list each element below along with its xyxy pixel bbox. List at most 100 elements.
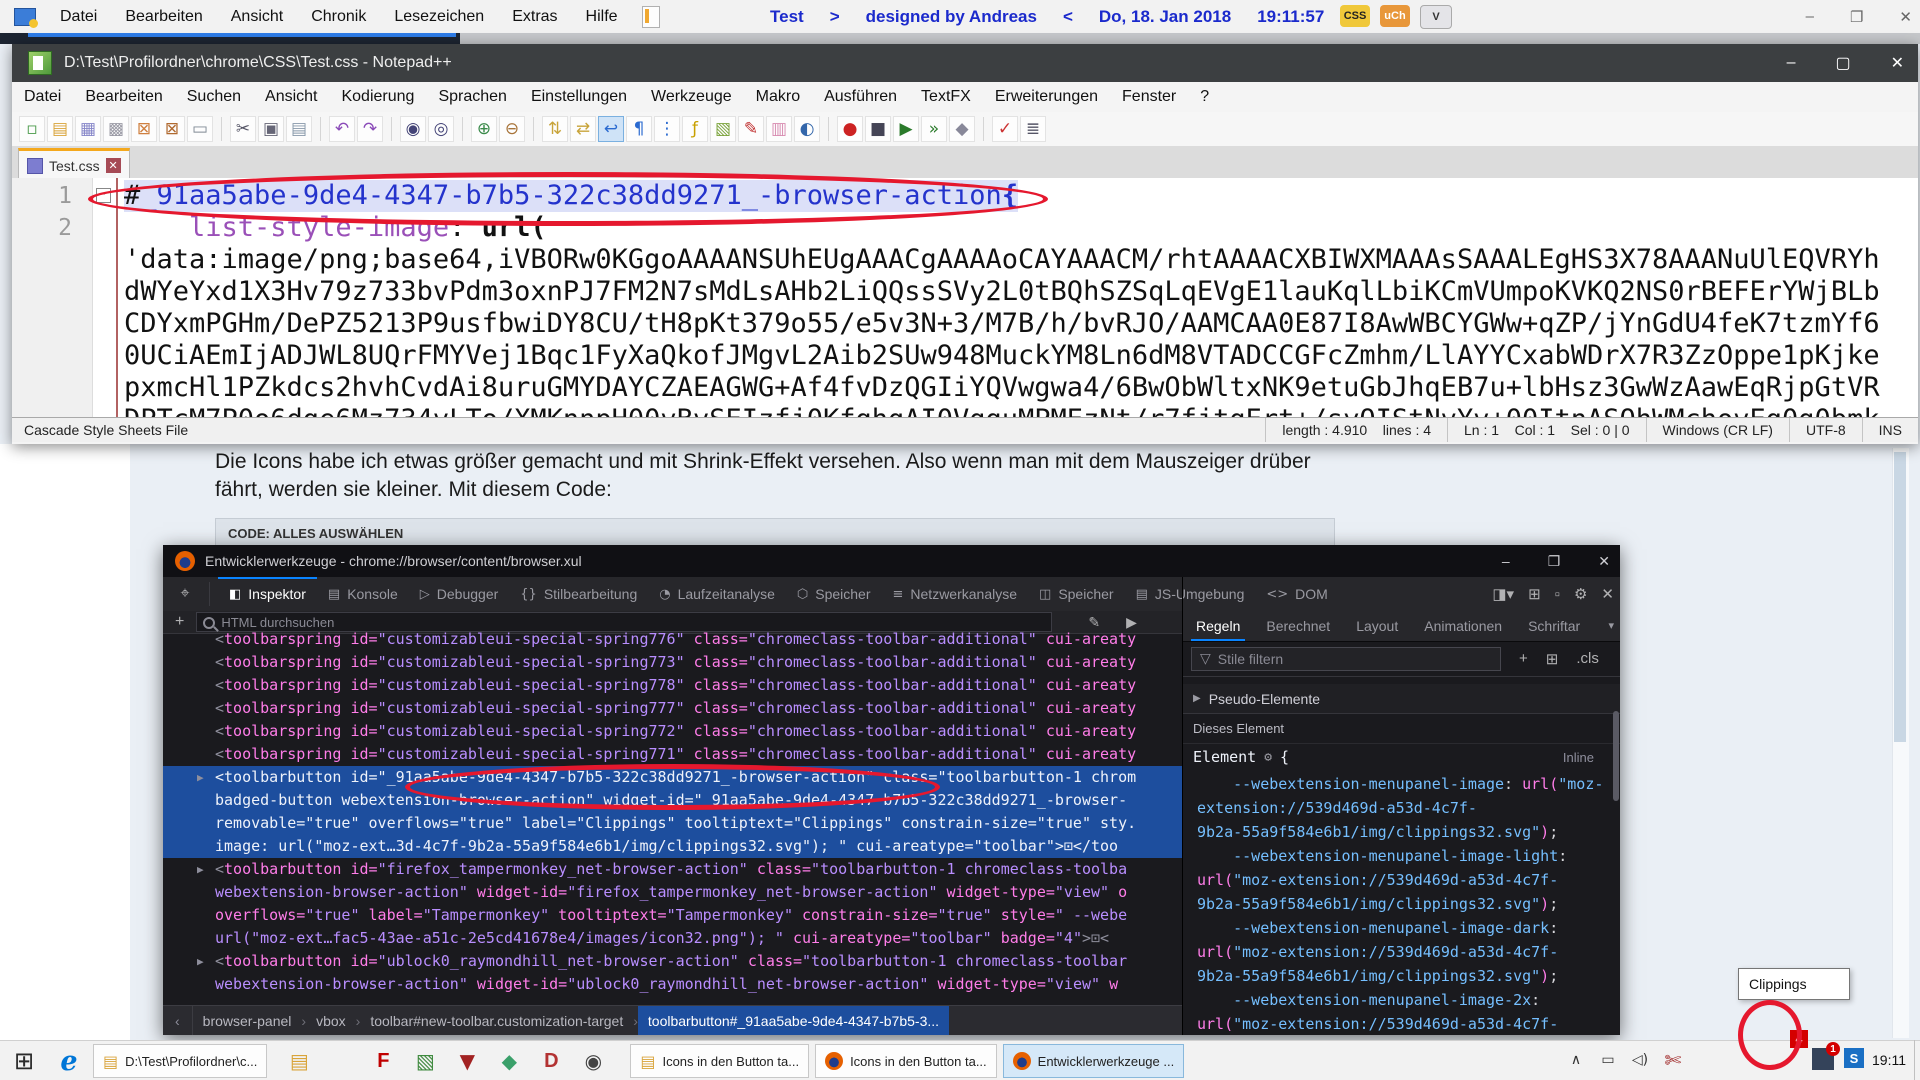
rules-tab-animationen[interactable]: Animationen: [1411, 611, 1515, 641]
firefox-menu-item[interactable]: Hilfe: [572, 8, 632, 26]
cut[interactable]: ✂: [230, 116, 256, 142]
screenshot[interactable]: ◉: [572, 1041, 614, 1080]
firefox-menu-item[interactable]: Datei: [46, 8, 111, 26]
spell-check[interactable]: ✓: [992, 116, 1018, 142]
devtools-titlebar[interactable]: Entwicklerwerkzeuge - chrome://browser/c…: [163, 545, 1620, 577]
word-wrap[interactable]: ↩: [598, 116, 624, 142]
start-button[interactable]: ⊞: [0, 1041, 48, 1080]
separate-window[interactable]: ▫: [1555, 586, 1560, 603]
markup-row[interactable]: ▶<toolbarbutton id="_91aa5abe-9de4-4347-…: [163, 766, 1182, 789]
undo[interactable]: ↶: [329, 116, 355, 142]
rules-tab-regeln[interactable]: Regeln: [1183, 611, 1253, 641]
markup-row[interactable]: ▶<toolbarbutton id="ublock0_raymondhill_…: [163, 950, 1182, 973]
forum-code-header[interactable]: CODE: ALLES AUSWÄHLEN: [215, 518, 1335, 548]
open-folder[interactable]: ▤: [47, 116, 73, 142]
show-symbols[interactable]: ¶: [626, 116, 652, 142]
css-declaration-line[interactable]: url("moz-extension://539d469d-a53d-4c7f-: [1183, 868, 1620, 892]
css-declaration-line[interactable]: --webextension-menupanel-image-2x:: [1183, 988, 1620, 1012]
pseudo-class-panel[interactable]: ⊞: [1546, 650, 1559, 668]
tab-speicher-2[interactable]: ◫Speicher: [1028, 577, 1125, 611]
npp-menu-item[interactable]: Datei: [12, 88, 73, 106]
markup-row[interactable]: image: url("moz-ext…3d-4c7f-9b2a-55a9f58…: [163, 835, 1182, 858]
npp-menu-item[interactable]: Bearbeiten: [73, 88, 174, 106]
grid[interactable]: ⊞: [1528, 585, 1541, 603]
show-desktop-button[interactable]: [1914, 1040, 1920, 1080]
tab-dom[interactable]: <>DOM: [1255, 577, 1338, 611]
firefox-restore-button[interactable]: ❐: [1850, 8, 1863, 26]
tab-inspektor[interactable]: ◧Inspektor: [218, 577, 317, 611]
close-all[interactable]: ⊠: [159, 116, 185, 142]
css-declaration-line[interactable]: 9b2a-55a9f584e6b1/img/clippings32.svg");: [1183, 820, 1620, 844]
breadcrumb-item[interactable]: browser-panel: [193, 1013, 302, 1029]
markup-row[interactable]: <toolbarspring id="customizableui-specia…: [163, 697, 1182, 720]
page-scrollbar-thumb[interactable]: [1894, 452, 1906, 742]
css-declaration-line[interactable]: url("moz-extension://539d469d-a53d-4c7f-: [1183, 1012, 1620, 1035]
copy[interactable]: ▣: [258, 116, 284, 142]
npp-maximize-button[interactable]: ▢: [1835, 53, 1850, 73]
breadcrumb-selected[interactable]: toolbarbutton#_91aa5abe-9de4-4347-b7b5-3…: [638, 1006, 949, 1035]
firefox-close-button[interactable]: ✕: [1899, 8, 1912, 26]
npp-menu-item[interactable]: TextFX: [909, 88, 983, 106]
paste[interactable]: ▤: [286, 116, 312, 142]
firefox-menu-item[interactable]: Chronik: [297, 8, 380, 26]
save[interactable]: ▦: [75, 116, 101, 142]
taskbar-button-devtools[interactable]: Entwicklerwerkzeuge ...: [1003, 1044, 1185, 1078]
npp-menu-item[interactable]: Suchen: [175, 88, 253, 106]
rules-scrollbar-thumb[interactable]: [1613, 711, 1619, 801]
tray-speaker-icon[interactable]: ◁): [1624, 1052, 1656, 1068]
breadcrumb-back-icon[interactable]: ‹: [163, 1006, 193, 1035]
macro-save[interactable]: ◆: [949, 116, 975, 142]
downloader[interactable]: ▼: [446, 1041, 488, 1080]
npp-menu-item[interactable]: Kodierung: [329, 88, 426, 106]
npp-menu-item[interactable]: Makro: [744, 88, 812, 106]
firefox-menu-item[interactable]: Extras: [498, 8, 571, 26]
css-declaration-line[interactable]: extension://539d469d-a53d-4c7f-: [1183, 796, 1620, 820]
rules-tab-schriftarten[interactable]: Schriftar: [1515, 611, 1593, 641]
css-declaration-line[interactable]: --webextension-menupanel-image-light:: [1183, 844, 1620, 868]
markup-view[interactable]: <toolbarspring id="customizableui-specia…: [163, 628, 1182, 1005]
npp-menu-item[interactable]: Fenster: [1110, 88, 1188, 106]
uch-extension-icon[interactable]: uCh: [1380, 5, 1410, 27]
find[interactable]: ◉: [400, 116, 426, 142]
markup-row[interactable]: webextension-browser-action" widget-id="…: [163, 881, 1182, 904]
style-filter-input[interactable]: ▽ Stile filtern: [1191, 647, 1501, 671]
markup-row[interactable]: <toolbarspring id="customizableui-specia…: [163, 743, 1182, 766]
tab-stilbearbeitung[interactable]: {}Stilbearbeitung: [509, 577, 648, 611]
function-list[interactable]: ƒ: [682, 116, 708, 142]
markup-row[interactable]: <toolbarspring id="customizableui-specia…: [163, 674, 1182, 697]
explorer[interactable]: ▤: [278, 1041, 320, 1080]
rule-gear-icon[interactable]: ⚙: [1264, 750, 1272, 765]
tab-js-umgebung[interactable]: ▤JS-Umgebung: [1125, 577, 1256, 611]
v-extension-icon[interactable]: V: [1420, 5, 1452, 29]
clippings-tray-icon[interactable]: ✄: [1656, 1048, 1690, 1072]
devtools-minimize-button[interactable]: –: [1502, 553, 1510, 569]
close-file[interactable]: ⊠: [131, 116, 157, 142]
tray-chevron-icon[interactable]: ∧: [1560, 1052, 1592, 1068]
expander-icon[interactable]: ▶: [197, 950, 204, 973]
note-icon[interactable]: [642, 6, 660, 28]
settings-gear[interactable]: ⚙: [1574, 585, 1587, 603]
sync-scroll-h[interactable]: ⇄: [570, 116, 596, 142]
markup-row[interactable]: badged-button webextension-browser-actio…: [163, 789, 1182, 812]
redo[interactable]: ↷: [357, 116, 383, 142]
replace[interactable]: ◎: [428, 116, 454, 142]
rule-source-link[interactable]: Inline: [1563, 750, 1594, 765]
css-declaration-line[interactable]: url("moz-extension://539d469d-a53d-4c7f-: [1183, 940, 1620, 964]
new-file[interactable]: ▫: [19, 116, 45, 142]
npp-close-button[interactable]: ✕: [1891, 53, 1904, 73]
macro-run-multiple[interactable]: »: [921, 116, 947, 142]
tab-konsole[interactable]: ▤Konsole: [317, 577, 409, 611]
firefox-menu-item[interactable]: Ansicht: [217, 8, 297, 26]
markup-row[interactable]: <toolbarspring id="customizableui-specia…: [163, 651, 1182, 674]
markup-row[interactable]: removable="true" overflows="true" label=…: [163, 812, 1182, 835]
rules-tab-berechnet[interactable]: Berechnet: [1253, 611, 1343, 641]
css-declaration-line[interactable]: 9b2a-55a9f584e6b1/img/clippings32.svg");: [1183, 964, 1620, 988]
filezilla[interactable]: F: [362, 1041, 404, 1080]
tab-testcss[interactable]: Test.css ✕: [18, 148, 130, 181]
print[interactable]: ▭: [187, 116, 213, 142]
tab-debugger[interactable]: ▷Debugger: [409, 577, 510, 611]
macro-play[interactable]: ▶: [893, 116, 919, 142]
expander-icon[interactable]: ▶: [197, 858, 204, 881]
markup-row[interactable]: url("moz-ext…fac5-43ae-a51c-2e5cd41678e4…: [163, 927, 1182, 950]
document-map[interactable]: ▧: [710, 116, 736, 142]
